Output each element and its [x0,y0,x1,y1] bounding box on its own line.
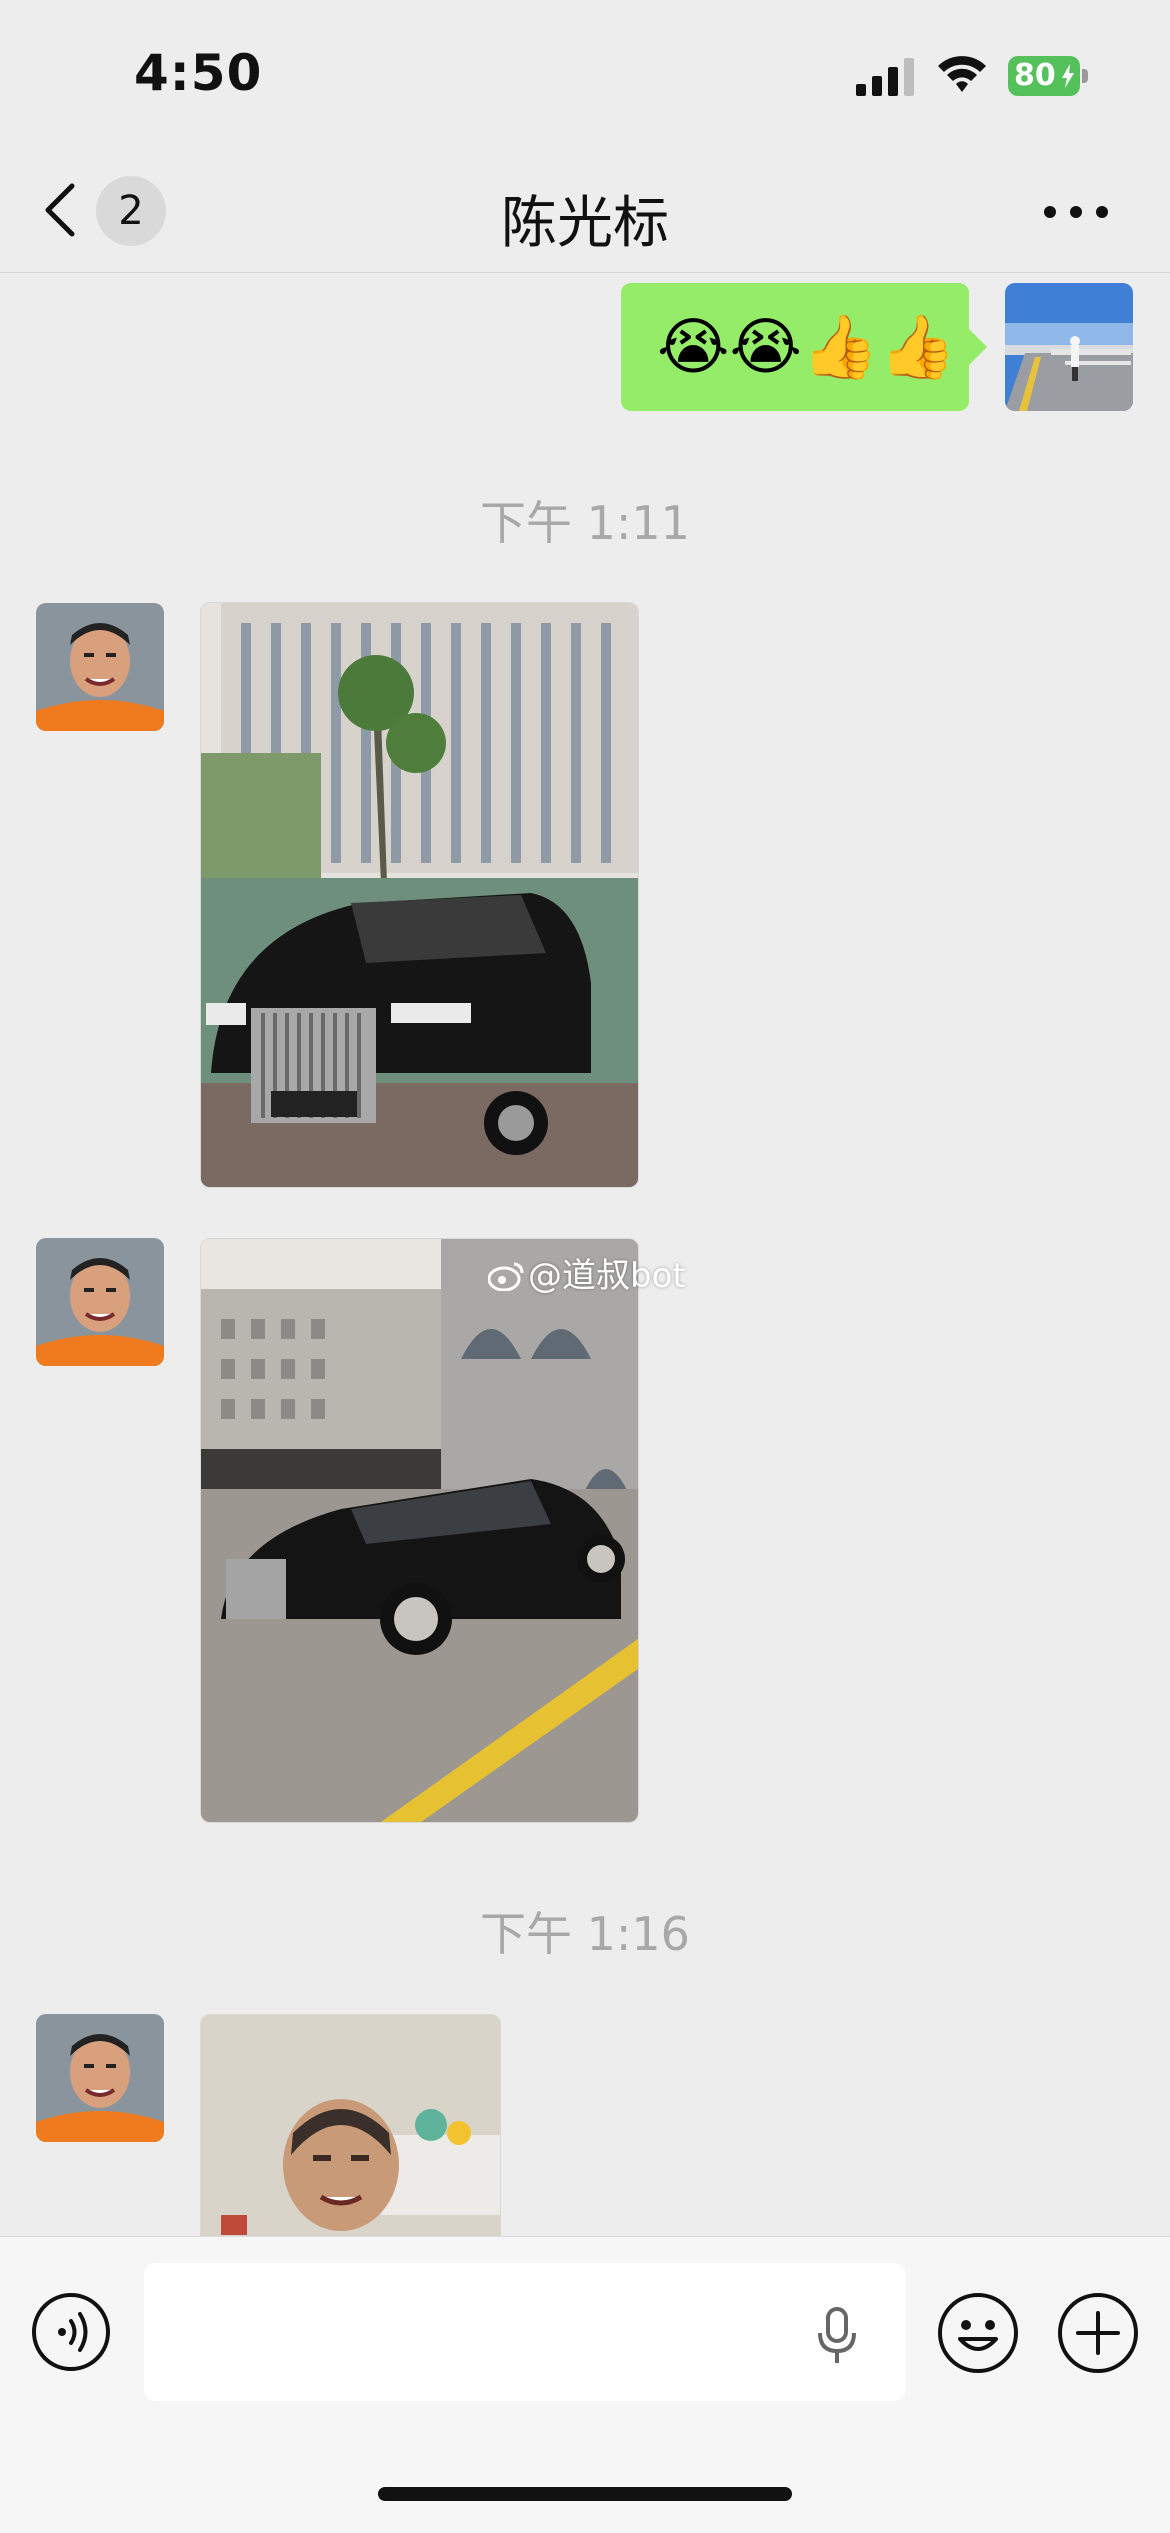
battery-level: 80 [1014,58,1056,93]
contact-avatar[interactable] [36,2014,164,2142]
more-options-button[interactable] [1044,186,1114,236]
received-photo[interactable] [200,1238,639,1823]
contact-avatar[interactable] [36,603,164,731]
home-indicator[interactable] [378,2487,792,2501]
emoji-smile-icon[interactable] [936,2291,1020,2375]
sent-message-text: 😭😭👍👍 [657,310,957,383]
battery-icon: 80 [1008,56,1088,96]
chat-header: 2 陈光标 [0,150,1170,273]
cellular-signal-icon [856,58,914,96]
my-avatar[interactable] [1005,283,1133,411]
chat-title: 陈光标 [501,191,669,256]
status-bar: 4:50 80 [0,0,1170,150]
status-time: 4:50 [134,44,263,102]
voice-input-icon[interactable] [30,2291,112,2373]
message-list[interactable]: 😭😭👍👍 下午 1:11 @道叔bot 下午 1:16 [0,273,1170,2236]
timestamp: 下午 1:11 [480,496,690,550]
timestamp: 下午 1:16 [480,1907,690,1961]
wifi-icon [938,56,986,92]
contact-avatar[interactable] [36,1238,164,1366]
microphone-icon[interactable] [814,2307,860,2365]
plus-icon[interactable] [1056,2291,1140,2375]
sent-message-bubble[interactable]: 😭😭👍👍 [621,283,987,411]
watermark-text: @道叔bot [528,1256,686,1296]
photo-watermark: @道叔bot [487,1248,686,1297]
received-photo[interactable] [200,2014,501,2236]
chat-input-bar [0,2236,1170,2533]
message-input[interactable] [144,2263,906,2401]
received-photo[interactable] [200,602,639,1188]
